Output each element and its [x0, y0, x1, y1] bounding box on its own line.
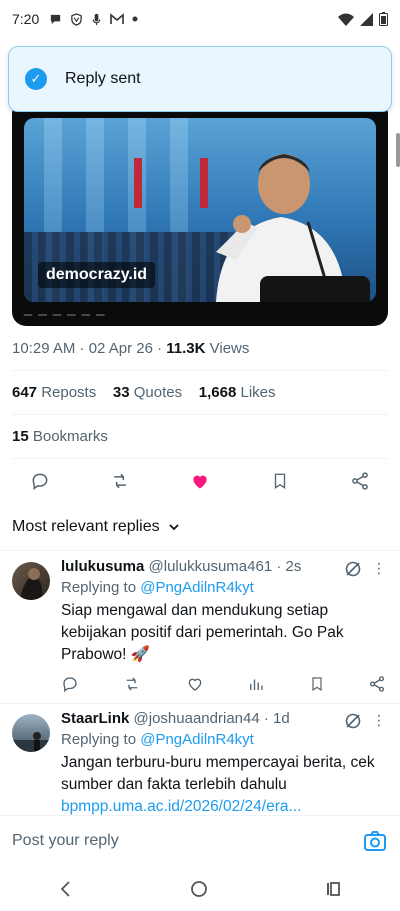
shield-v-icon: [71, 12, 83, 26]
tweet-media[interactable]: democrazy.id ⎯ ⎯ ⎯ ⎯ ⎯ ⎯: [12, 100, 388, 326]
reply-body: lulukusuma @lulukkusuma461 · 2s Replying…: [61, 558, 388, 666]
quotes-count: 33: [112, 384, 130, 401]
replying-to-mention[interactable]: @PngAdilnR4kyt: [140, 731, 254, 748]
status-bar: 7:20: [0, 0, 400, 38]
chevron-down-icon: [168, 524, 179, 531]
toast-message: Reply sent: [65, 70, 141, 87]
tweet-meta: 10:29 AM · 02 Apr 26 · 11.3K Views: [12, 340, 388, 357]
tweet-action-bar: [0, 466, 400, 496]
heart-filled-icon: [193, 475, 207, 489]
system-icons: [338, 12, 388, 26]
replying-to: Replying to @PngAdilnR4kyt: [61, 579, 388, 596]
likes-stat[interactable]: 1,668 Likes: [199, 384, 276, 401]
back-icon[interactable]: [58, 880, 74, 898]
scrollbar[interactable]: [396, 133, 400, 167]
status-time: 7:20: [12, 11, 40, 27]
battery-icon: [379, 12, 388, 26]
more-options-icon[interactable]: ⋮: [372, 712, 386, 729]
wifi-icon: [338, 13, 354, 26]
reply-author-name[interactable]: lulukusuma: [61, 558, 144, 575]
views-icon[interactable]: [247, 675, 265, 693]
bookmarks-stat[interactable]: 15 Bookmarks: [12, 428, 388, 445]
check-circle-icon: ✓: [25, 68, 47, 90]
views-label: Views: [205, 340, 250, 357]
share-icon: [352, 472, 368, 490]
bookmark-icon: [274, 473, 286, 490]
reply-button[interactable]: [25, 466, 55, 496]
reply-author-handle[interactable]: @joshuaandrian44: [134, 710, 260, 727]
bookmark-button[interactable]: [265, 466, 295, 496]
replying-to: Replying to @PngAdilnR4kyt: [61, 731, 388, 748]
reply-body: StaarLink @joshuaandrian44 · 1d Replying…: [61, 710, 388, 818]
replying-prefix: Replying to: [61, 579, 141, 596]
reposts-stat[interactable]: 647 Reposts: [12, 384, 96, 401]
quotes-stat[interactable]: 33 Quotes: [113, 384, 182, 401]
reposts-count: 647: [12, 384, 38, 401]
reply-text-body: Jangan terburu-buru mempercayai berita, …: [61, 754, 375, 793]
reply-action-bar: [61, 672, 386, 696]
likes-label: Likes: [236, 384, 276, 401]
dot-icon: [132, 16, 138, 22]
media-caption-cutoff: ⎯ ⎯ ⎯ ⎯ ⎯ ⎯: [24, 306, 106, 323]
grok-icon[interactable]: [344, 560, 362, 578]
mic-icon: [92, 13, 101, 25]
divider: [12, 414, 388, 415]
reply-header: StaarLink @joshuaandrian44 · 1d: [61, 710, 388, 727]
heart-icon[interactable]: [186, 675, 204, 693]
tweet-photo[interactable]: democrazy.id: [24, 118, 376, 302]
reply-time: · 2s: [272, 558, 302, 575]
sort-label: Most relevant replies: [12, 518, 160, 535]
reply-composer[interactable]: Post your reply: [0, 815, 400, 867]
notification-icons: [49, 12, 138, 26]
quotes-label: Quotes: [129, 384, 183, 401]
divider: [0, 550, 400, 551]
reposts-label: Reposts: [37, 384, 97, 401]
reply-header: lulukusuma @lulukkusuma461 · 2s: [61, 558, 388, 575]
home-icon[interactable]: [190, 880, 208, 898]
tweet-timestamp: 10:29 AM · 02 Apr 26 ·: [12, 340, 167, 357]
reply-author-name[interactable]: StaarLink: [61, 710, 129, 727]
reply-time: · 1d: [259, 710, 290, 727]
podium-graphic: [260, 276, 370, 302]
reply-author-handle[interactable]: @lulukkusuma461: [149, 558, 273, 575]
gmail-icon: [110, 13, 125, 24]
avatar[interactable]: [12, 562, 50, 600]
tweet-stats: 647 Reposts 33 Quotes 1,668 Likes: [12, 384, 388, 401]
grok-icon[interactable]: [344, 712, 362, 730]
more-options-icon[interactable]: ⋮: [372, 560, 386, 577]
replies-sort-dropdown[interactable]: Most relevant replies: [12, 518, 180, 536]
share-icon[interactable]: [368, 675, 386, 693]
divider: [12, 458, 388, 459]
system-navigation-bar: [0, 867, 400, 911]
repost-button[interactable]: [105, 466, 135, 496]
share-button[interactable]: [345, 466, 375, 496]
like-button[interactable]: [185, 466, 215, 496]
chat-bubble-icon: [51, 14, 61, 24]
likes-count: 1,668: [198, 384, 237, 401]
divider: [12, 370, 388, 371]
media-watermark: democrazy.id: [38, 262, 156, 288]
bookmarks-count: 15: [12, 428, 29, 445]
views-count: 11.3K: [166, 340, 206, 357]
replying-to-mention[interactable]: @PngAdilnR4kyt: [140, 579, 254, 596]
repost-icon: [114, 473, 126, 489]
reply-input-placeholder[interactable]: Post your reply: [12, 832, 119, 850]
recents-icon[interactable]: [324, 880, 342, 898]
repost-icon[interactable]: [122, 675, 142, 693]
reply-icon[interactable]: [61, 675, 79, 693]
reply-icon: [32, 473, 48, 490]
reply-sent-toast: ✓ Reply sent: [8, 46, 392, 112]
replying-prefix: Replying to: [61, 731, 141, 748]
reply-text: Jangan terburu-buru mempercayai berita, …: [61, 752, 388, 818]
signal-icon: [360, 12, 373, 26]
reply-text: Siap mengawal dan mendukung setiap kebij…: [61, 602, 344, 663]
reply-link[interactable]: bpmpp.uma.ac.id/2026/02/24/era...: [61, 798, 301, 815]
divider: [0, 703, 400, 704]
avatar[interactable]: [12, 714, 50, 752]
camera-icon[interactable]: [362, 828, 388, 854]
bookmarks-label: Bookmarks: [28, 428, 108, 445]
bookmark-icon[interactable]: [309, 675, 325, 693]
